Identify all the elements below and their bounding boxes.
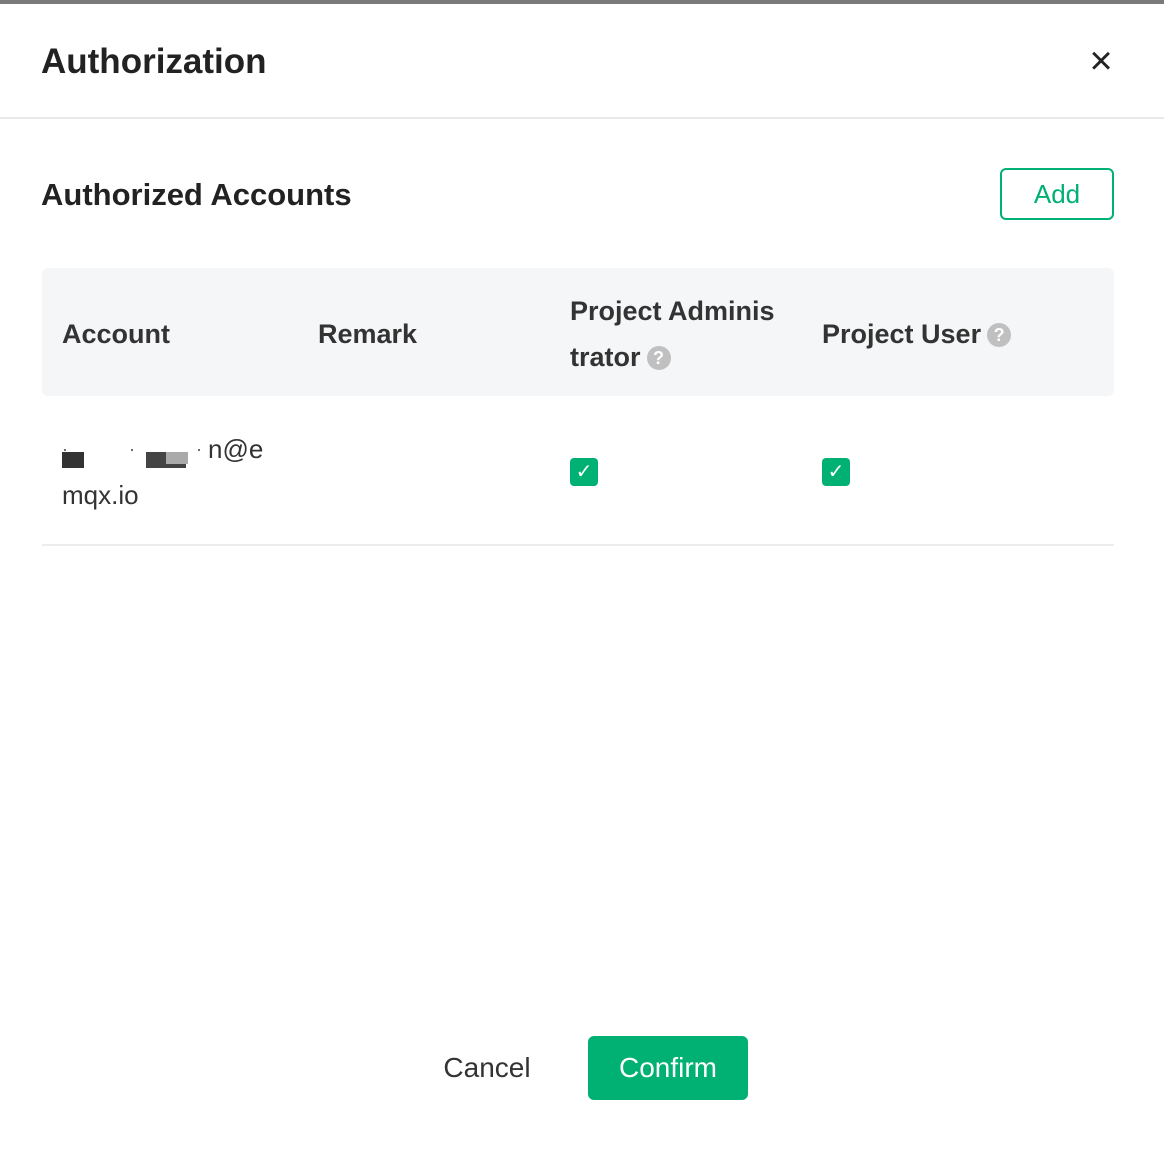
confirm-button[interactable]: Confirm: [588, 1036, 748, 1100]
column-header-project-administrator: Project Adminis trator?: [570, 288, 790, 380]
add-button[interactable]: Add: [1000, 168, 1114, 220]
authorization-dialog: Authorization × Authorized Accounts Add …: [0, 4, 1164, 1154]
dialog-title: Authorization: [41, 42, 267, 81]
table-row: · · · n@e mqx.io ✓ ✓: [42, 396, 1114, 546]
project-administrator-checkbox[interactable]: ✓: [570, 458, 598, 486]
cancel-button[interactable]: Cancel: [420, 1036, 554, 1100]
account-email-line1: · · · n@e: [62, 426, 282, 472]
account-cell: · · · n@e mqx.io: [62, 426, 282, 518]
column-header-project-user: Project User?: [822, 311, 1012, 357]
account-email-line2: mqx.io: [62, 480, 139, 510]
help-icon[interactable]: ?: [987, 323, 1012, 347]
close-icon[interactable]: ×: [1084, 41, 1118, 81]
help-icon[interactable]: ?: [646, 346, 671, 370]
project-user-checkbox[interactable]: ✓: [822, 458, 850, 486]
table-header: Account Remark Project Adminis trator? P…: [42, 268, 1114, 396]
redaction-block: [166, 452, 188, 464]
redaction-block: [62, 452, 84, 468]
section-title: Authorized Accounts: [41, 177, 352, 212]
column-header-account: Account: [62, 319, 170, 349]
column-header-project-administrator-label: Project Adminis trator: [570, 296, 775, 372]
account-email-visible-part: n@e: [208, 434, 264, 464]
column-header-project-user-label: Project User: [822, 319, 982, 349]
column-header-remark: Remark: [318, 319, 418, 349]
dialog-header: Authorization ×: [0, 4, 1164, 119]
